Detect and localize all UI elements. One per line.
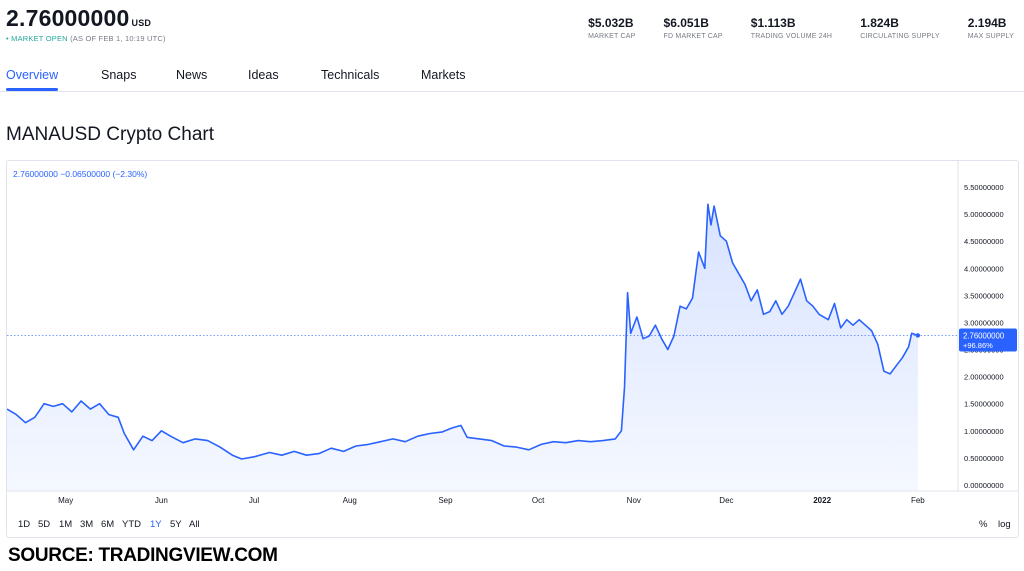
stat-value: 2.194B <box>967 16 1007 30</box>
y-tick-label: 0.00000000 <box>964 481 1004 490</box>
price-chart[interactable]: 0.00000000 0.50000000 1.00000000 1.50000000… <box>7 161 1018 513</box>
chart-legend: 2.76000000 −0.06500000 (−2.30%) <box>13 169 147 179</box>
y-tick-label: 0.50000000 <box>964 454 1004 463</box>
stat-label: MARKET CAP <box>588 33 636 40</box>
stat-label: MAX SUPPLY <box>967 33 1014 40</box>
stat-circulating-supply: 1.824B CIRCULATING SUPPLY <box>860 16 940 40</box>
y-tick-label: 3.00000000 <box>964 318 1004 327</box>
stat-value: $6.051B <box>663 16 709 30</box>
stat-label: CIRCULATING SUPPLY <box>860 33 940 40</box>
tab-markets[interactable]: Markets <box>421 68 465 82</box>
y-tick-label: 5.50000000 <box>964 183 1004 192</box>
range-3m[interactable]: 3M <box>80 519 93 530</box>
range-1y[interactable]: 1Y <box>150 519 162 530</box>
y-tick-label: 1.50000000 <box>964 400 1004 409</box>
tab-technicals[interactable]: Technicals <box>321 68 379 82</box>
y-tick-label: 4.50000000 <box>964 237 1004 246</box>
source-caption: SOURCE: TRADINGVIEW.COM <box>8 545 278 566</box>
chart-widget: 0.00000000 0.50000000 1.00000000 1.50000000… <box>6 160 1019 538</box>
status-dot-icon: • <box>6 34 9 43</box>
x-tick-label: 2022 <box>813 496 831 505</box>
tab-ideas[interactable]: Ideas <box>248 68 279 82</box>
market-open-label: MARKET OPEN <box>11 34 68 43</box>
range-5d[interactable]: 5D <box>38 519 50 530</box>
stats-row: $5.032B MARKET CAP $6.051B FD MARKET CAP… <box>560 16 1014 40</box>
stat-value: $5.032B <box>588 16 634 30</box>
range-ytd[interactable]: YTD <box>122 519 141 530</box>
x-tick-label: Oct <box>532 496 545 505</box>
x-tick-label: Nov <box>627 496 641 505</box>
y-tick-label: 1.00000000 <box>964 427 1004 436</box>
current-price: 2.76000000 USD <box>6 5 152 31</box>
y-tick-label: 4.00000000 <box>964 264 1004 273</box>
price-unit: USD <box>131 18 152 28</box>
status-time: (AS OF FEB 1, 10:19 UTC) <box>70 34 166 43</box>
last-point <box>915 333 921 338</box>
x-tick-label: Sep <box>438 496 453 505</box>
stat-label: FD MARKET CAP <box>663 33 723 40</box>
market-status: • MARKET OPEN (AS OF FEB 1, 10:19 UTC) <box>6 34 166 43</box>
y-tick-label: 3.50000000 <box>964 291 1004 300</box>
x-tick-label: Dec <box>719 496 733 505</box>
stat-market-cap: $5.032B MARKET CAP <box>588 16 635 40</box>
range-5y[interactable]: 5Y <box>170 519 182 530</box>
nav-tabs: Overview Snaps News Ideas Technicals Mar… <box>0 60 1024 92</box>
stat-value: 1.824B <box>860 16 899 30</box>
range-selector: 1D 5D 1M 3M 6M YTD 1Y 5Y All % log <box>7 513 1018 537</box>
range-all[interactable]: All <box>189 519 200 530</box>
price-label-value: 2.76000000 <box>963 331 1005 340</box>
x-tick-label: Jul <box>249 496 259 505</box>
tab-overview[interactable]: Overview <box>6 68 58 82</box>
log-scale-toggle[interactable]: log <box>998 519 1011 530</box>
active-tab-indicator <box>6 88 58 91</box>
price-label-change: +96.86% <box>963 341 993 350</box>
range-6m[interactable]: 6M <box>101 519 114 530</box>
stat-max-supply: 2.194B MAX SUPPLY <box>968 16 1014 40</box>
range-1d[interactable]: 1D <box>18 519 30 530</box>
ticker-header: 2.76000000 USD • MARKET OPEN (AS OF FEB 1… <box>0 0 1024 48</box>
x-tick-label: May <box>58 496 73 505</box>
tab-snaps[interactable]: Snaps <box>101 68 136 82</box>
chart-heading: MANAUSD Crypto Chart <box>6 124 214 145</box>
stat-trading-volume: $1.113B TRADING VOLUME 24H <box>751 16 832 40</box>
x-tick-label: Jun <box>155 496 168 505</box>
range-1m[interactable]: 1M <box>59 519 72 530</box>
stat-value: $1.113B <box>750 16 796 30</box>
stat-label: TRADING VOLUME 24H <box>750 33 833 40</box>
stat-fd-market-cap: $6.051B FD MARKET CAP <box>664 16 723 40</box>
x-tick-label: Aug <box>343 496 357 505</box>
y-tick-label: 5.00000000 <box>964 210 1004 219</box>
percent-scale-toggle[interactable]: % <box>979 519 987 530</box>
x-tick-label: Feb <box>911 496 925 505</box>
y-tick-label: 2.00000000 <box>964 373 1004 382</box>
price-area <box>7 204 918 492</box>
tab-news[interactable]: News <box>176 68 207 82</box>
